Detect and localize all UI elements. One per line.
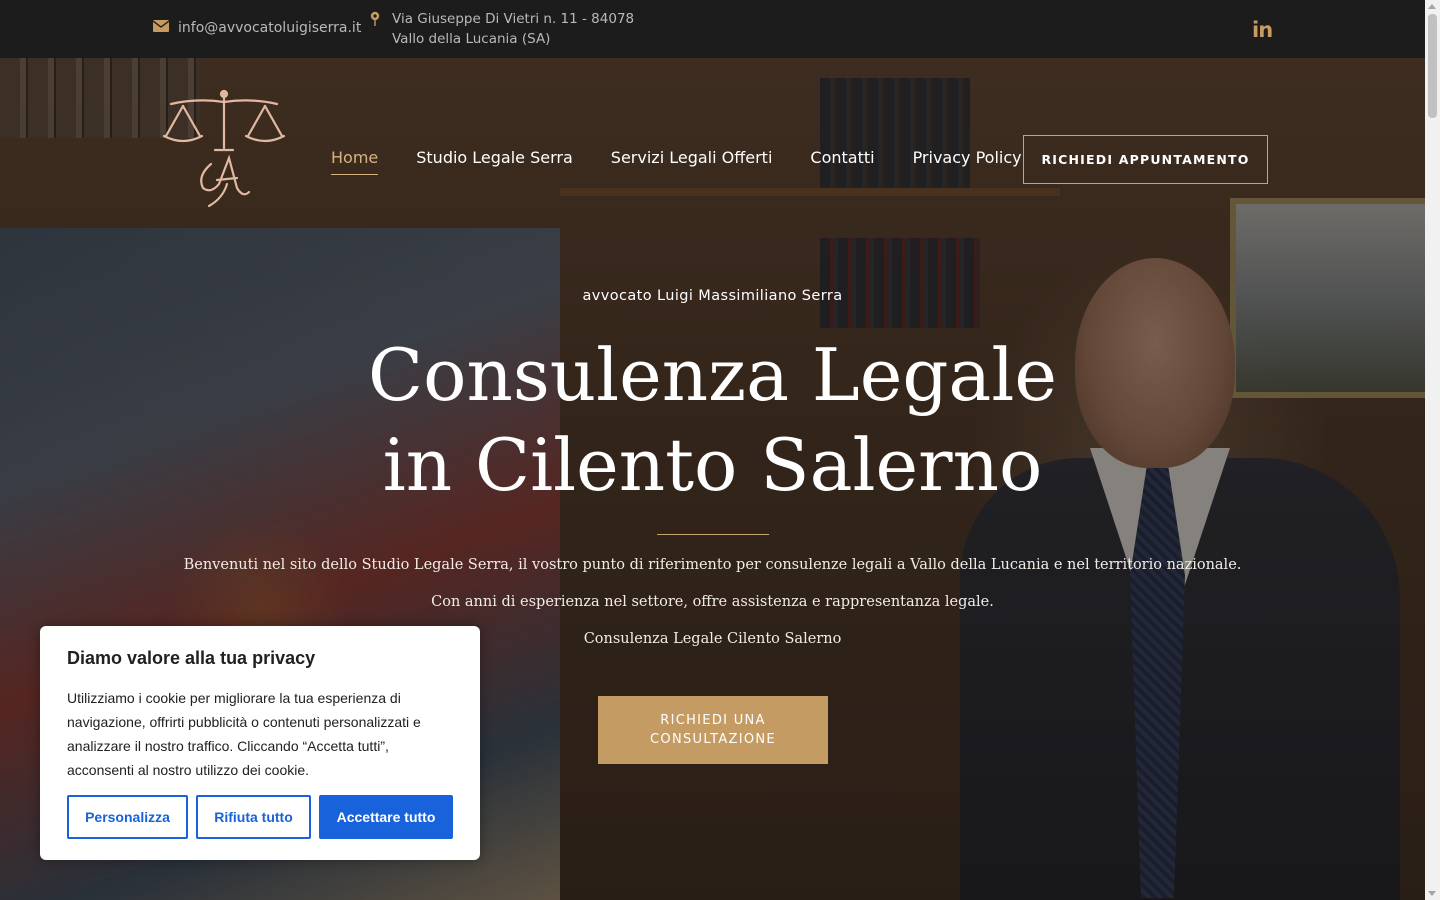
nav-item-privacy-policy[interactable]: Privacy Policy: [913, 148, 1022, 175]
envelope-icon: [152, 20, 170, 36]
nav-item-servizi-legali[interactable]: Servizi Legali Offerti: [611, 148, 773, 175]
hero-title: Consulenza Legale in Cilento Salerno: [0, 330, 1425, 510]
hero-title-line1: Consulenza Legale: [368, 333, 1057, 417]
map-pin-icon: [370, 9, 380, 49]
cookie-accept-button[interactable]: Accettare tutto: [319, 795, 453, 839]
scroll-up-icon[interactable]: [1428, 4, 1436, 9]
linkedin-icon[interactable]: in: [1252, 18, 1273, 42]
email-text[interactable]: info@avvocatoluigiserra.it: [178, 20, 361, 36]
cookie-customize-button[interactable]: Personalizza: [67, 795, 188, 839]
scales-logo[interactable]: [162, 88, 286, 212]
address-contact: Via Giuseppe Di Vietri n. 11 - 84078 Val…: [370, 9, 662, 49]
nav-item-home[interactable]: Home: [331, 148, 379, 175]
main-nav: Home Studio Legale Serra Servizi Legali …: [331, 148, 1060, 175]
hero-subtitle: avvocato Luigi Massimiliano Serra: [582, 288, 843, 304]
cookie-title: Diamo valore alla tua privacy: [67, 648, 316, 668]
cookie-text: Utilizziamo i cookie per migliorare la t…: [67, 690, 421, 778]
top-bar: info@avvocatoluigiserra.it Via Giuseppe …: [0, 0, 1425, 58]
email-contact[interactable]: info@avvocatoluigiserra.it: [152, 20, 361, 36]
scrollbar-thumb[interactable]: [1428, 14, 1437, 118]
cookie-buttons: Personalizza Rifiuta tutto Accettare tut…: [67, 795, 453, 839]
hero-divider: [657, 534, 769, 535]
address-text: Via Giuseppe Di Vietri n. 11 - 84078 Val…: [392, 11, 635, 47]
cookie-reject-button[interactable]: Rifiuta tutto: [196, 795, 311, 839]
scroll-down-icon[interactable]: [1428, 891, 1436, 896]
appointment-button[interactable]: RICHIEDI APPUNTAMENTO: [1023, 135, 1268, 184]
hero-paragraph: Benvenuti nel sito dello Studio Legale S…: [183, 557, 1242, 573]
cookie-consent-banner: Diamo valore alla tua privacy Utilizziam…: [40, 626, 480, 860]
hero-title-line2: in Cilento Salerno: [382, 423, 1043, 507]
consultation-button[interactable]: RICHIEDI UNA CONSULTAZIONE: [598, 696, 828, 764]
page-scrollbar[interactable]: [1425, 0, 1440, 900]
nav-item-contatti[interactable]: Contatti: [810, 148, 874, 175]
nav-item-studio-legale-serra[interactable]: Studio Legale Serra: [416, 148, 573, 175]
hero-paragraph: Con anni di esperienza nel settore, offr…: [431, 594, 994, 610]
